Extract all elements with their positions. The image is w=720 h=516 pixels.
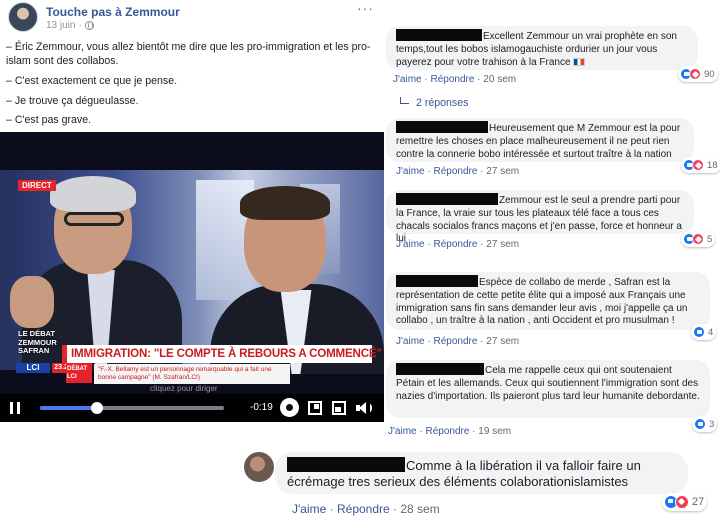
reaction-count: 5: [707, 233, 713, 245]
comment-bubble: Comme à la libération il va falloir fair…: [275, 452, 688, 494]
reaction-summary[interactable]: 90: [678, 66, 718, 82]
france-flag-icon: [572, 57, 585, 66]
reaction-summary[interactable]: 18: [681, 157, 720, 173]
redacted-author: [396, 193, 498, 205]
post-date[interactable]: 13 juin: [46, 20, 75, 31]
debat-tag: DÉBAT LCI: [66, 363, 92, 383]
comment-time: 27 sem: [486, 336, 520, 347]
reaction-count: 3: [709, 418, 715, 430]
progress-handle[interactable]: [91, 402, 104, 414]
more-options-button[interactable]: ···: [357, 0, 374, 16]
post-line: – C'est pas grave.: [6, 114, 92, 127]
progress-fill: [40, 406, 98, 410]
banner-text: IMMIGRATION: "LE COMPTE À REBOURS A COMM…: [71, 347, 382, 360]
like-reaction-icon: [693, 326, 705, 338]
picture-in-picture-icon[interactable]: [332, 401, 346, 415]
redacted-author: [396, 29, 482, 41]
reaction-summary[interactable]: 4: [691, 324, 717, 340]
comment-actions: J'aime · Répondre · 27 sem: [396, 166, 520, 177]
reply-link[interactable]: Répondre: [425, 426, 469, 437]
guest-glasses: [64, 212, 124, 226]
reaction-summary[interactable]: 3: [692, 416, 718, 432]
video-controls: -0:19: [0, 394, 384, 422]
quote-ticker: "F.-X. Bellamy est un personnage remarqu…: [94, 364, 290, 384]
globe-icon: [84, 21, 94, 30]
reaction-count: 27: [692, 496, 705, 508]
reaction-summary[interactable]: 5: [681, 231, 716, 247]
show-title: LE DÉBAT ZEMMOUR SAFRAN: [18, 329, 57, 355]
reply-link[interactable]: Répondre: [433, 336, 477, 347]
comment-bubble: Zemmour est le seul a prendre parti pour…: [386, 190, 694, 244]
reply-link[interactable]: Répondre: [430, 74, 474, 85]
redacted-author: [396, 275, 478, 287]
commenter-avatar[interactable]: [244, 452, 274, 482]
redacted-author: [396, 363, 484, 375]
view-replies-link[interactable]: 2 réponses: [416, 97, 468, 109]
like-link[interactable]: J'aime: [396, 336, 425, 347]
video-player[interactable]: DIRECT LE DÉBAT ZEMMOUR SAFRAN IMMIGRATI…: [0, 132, 384, 422]
like-link[interactable]: J'aime: [396, 239, 425, 250]
facebook-post: Touche pas à Zemmour 13 juin · ··· – Éri…: [0, 0, 384, 430]
comment-actions: J'aime · Répondre · 27 sem: [396, 336, 520, 347]
post-header: Touche pas à Zemmour 13 juin · ···: [8, 0, 380, 32]
redacted-author: [287, 457, 405, 472]
love-reaction-icon: [692, 233, 704, 245]
fullscreen-icon[interactable]: [308, 401, 322, 415]
love-reaction-icon: [689, 68, 701, 80]
volume-wave-icon: [368, 404, 372, 412]
like-reaction-icon: [694, 418, 706, 430]
love-reaction-icon: [692, 159, 704, 171]
comment-actions: J'aime · Répondre · 19 sem: [388, 426, 512, 437]
reply-arrow-icon: [400, 97, 409, 104]
reply-link[interactable]: Répondre: [433, 239, 477, 250]
comment-actions: J'aime · Répondre · 28 sem: [292, 502, 440, 516]
like-link[interactable]: J'aime: [393, 74, 422, 85]
comment-time: 27 sem: [486, 166, 520, 177]
reply-link[interactable]: Répondre: [337, 502, 390, 516]
reply-link[interactable]: Répondre: [433, 166, 477, 177]
channel-logo: LCI: [16, 363, 50, 373]
reaction-count: 90: [704, 68, 715, 80]
like-link[interactable]: J'aime: [292, 502, 326, 516]
progress-track[interactable]: [40, 402, 224, 414]
live-badge: DIRECT: [18, 180, 56, 191]
reaction-summary[interactable]: 27: [662, 493, 708, 511]
comment-time: 19 sem: [478, 426, 512, 437]
lower-third-banner: IMMIGRATION: "LE COMPTE À REBOURS A COMM…: [62, 345, 382, 363]
comment-bubble: Heureusement que M Zemmour est la pour r…: [386, 118, 694, 162]
reaction-count: 18: [707, 159, 718, 171]
comment-bubble: Cela me rappelle ceux qui ont soutenaien…: [386, 360, 710, 418]
comment-time: 27 sem: [486, 239, 520, 250]
comment-actions: J'aime · Répondre · 20 sem: [393, 74, 517, 85]
post-line: – Éric Zemmour, vous allez bientôt me di…: [6, 41, 371, 67]
redacted-author: [396, 121, 488, 133]
comment-time: 28 sem: [400, 502, 440, 516]
reaction-count: 4: [708, 326, 714, 338]
meta-separator: ·: [78, 20, 82, 31]
guest-hand: [10, 276, 54, 328]
guest-hair: [50, 176, 136, 212]
post-text: – Éric Zemmour, vous allez bientôt me di…: [6, 40, 378, 133]
like-link[interactable]: J'aime: [388, 426, 417, 437]
host-hair: [240, 186, 330, 220]
pause-icon[interactable]: [10, 402, 20, 414]
comment-bubble: Excellent Zemmour un vrai prophète en so…: [386, 26, 698, 70]
post-line: – Je trouve ça dégueulasse.: [6, 94, 139, 107]
comment-bubble: Espèce de collabo de merde , Safran est …: [386, 272, 710, 330]
gear-icon[interactable]: [282, 400, 297, 415]
love-reaction-icon: [675, 495, 689, 509]
post-line: – C'est exactement ce que je pense.: [6, 74, 178, 87]
page-name[interactable]: Touche pas à Zemmour: [46, 5, 180, 19]
like-link[interactable]: J'aime: [396, 166, 425, 177]
post-meta: 13 juin ·: [46, 20, 94, 31]
comment-time: 20 sem: [483, 74, 517, 85]
time-remaining: -0:19: [250, 402, 273, 413]
page-avatar[interactable]: [8, 2, 38, 32]
comment-actions: J'aime · Répondre · 27 sem: [396, 239, 520, 250]
video-watermark: cliquez pour diriger: [150, 384, 218, 393]
